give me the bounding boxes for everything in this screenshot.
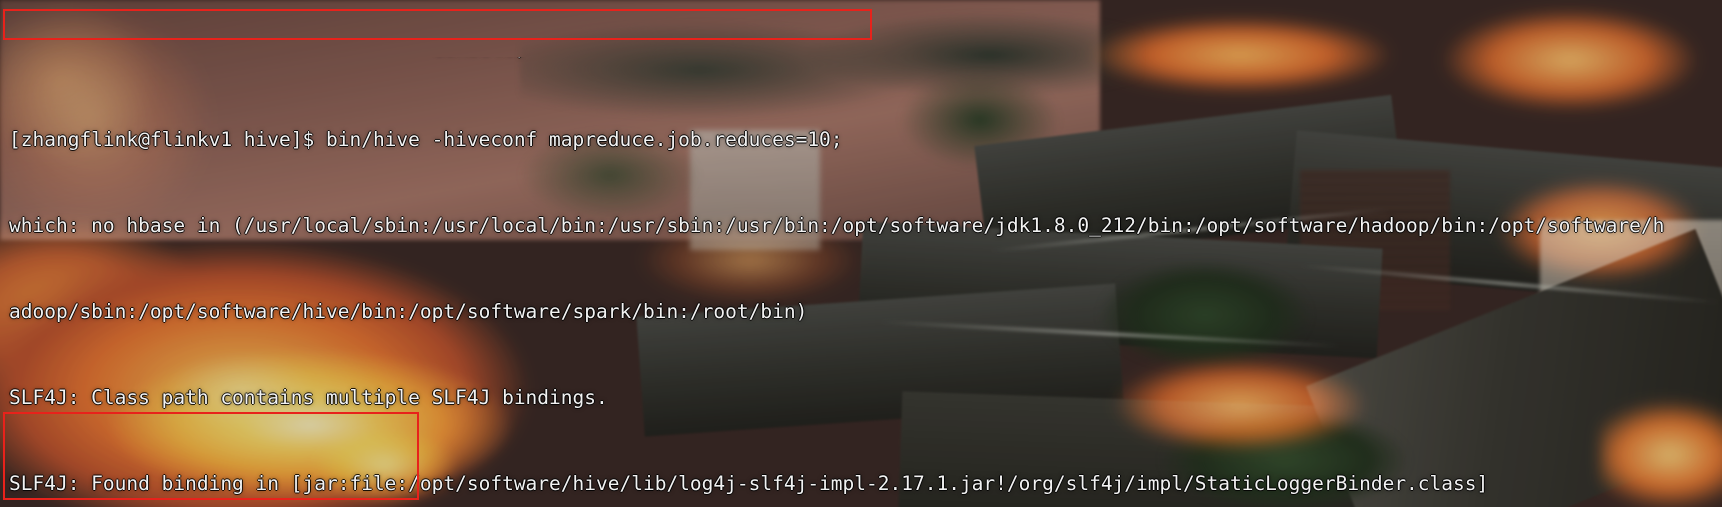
terminal-window[interactable]: console) [zhangflink@flinkv1 hive]$ bin/… [0, 0, 1722, 507]
terminal-line: which: no hbase in (/usr/local/sbin:/usr… [0, 212, 1722, 241]
terminal-line-text: adoop/sbin:/opt/software/hive/bin:/opt/s… [9, 299, 808, 323]
terminal-line-text: which: no hbase in (/usr/local/sbin:/usr… [9, 214, 1665, 238]
terminal-line: adoop/sbin:/opt/software/hive/bin:/opt/s… [0, 298, 1722, 327]
terminal-line-text: SLF4J: Found binding in [jar:file:/opt/s… [9, 471, 1489, 495]
terminal-line: SLF4J: Class path contains multiple SLF4… [0, 384, 1722, 413]
terminal-line-text: [zhangflink@flinkv1 hive]$ bin/hive -hiv… [9, 128, 843, 152]
terminal-line: console) [0, 57, 1722, 69]
terminal-line-command: [zhangflink@flinkv1 hive]$ bin/hive -hiv… [0, 126, 1722, 155]
terminal-line-text: console) [433, 57, 527, 60]
terminal-line: SLF4J: Found binding in [jar:file:/opt/s… [0, 470, 1722, 499]
terminal-line-text: SLF4J: Class path contains multiple SLF4… [9, 385, 608, 409]
terminal-output[interactable]: console) [zhangflink@flinkv1 hive]$ bin/… [0, 0, 1722, 507]
